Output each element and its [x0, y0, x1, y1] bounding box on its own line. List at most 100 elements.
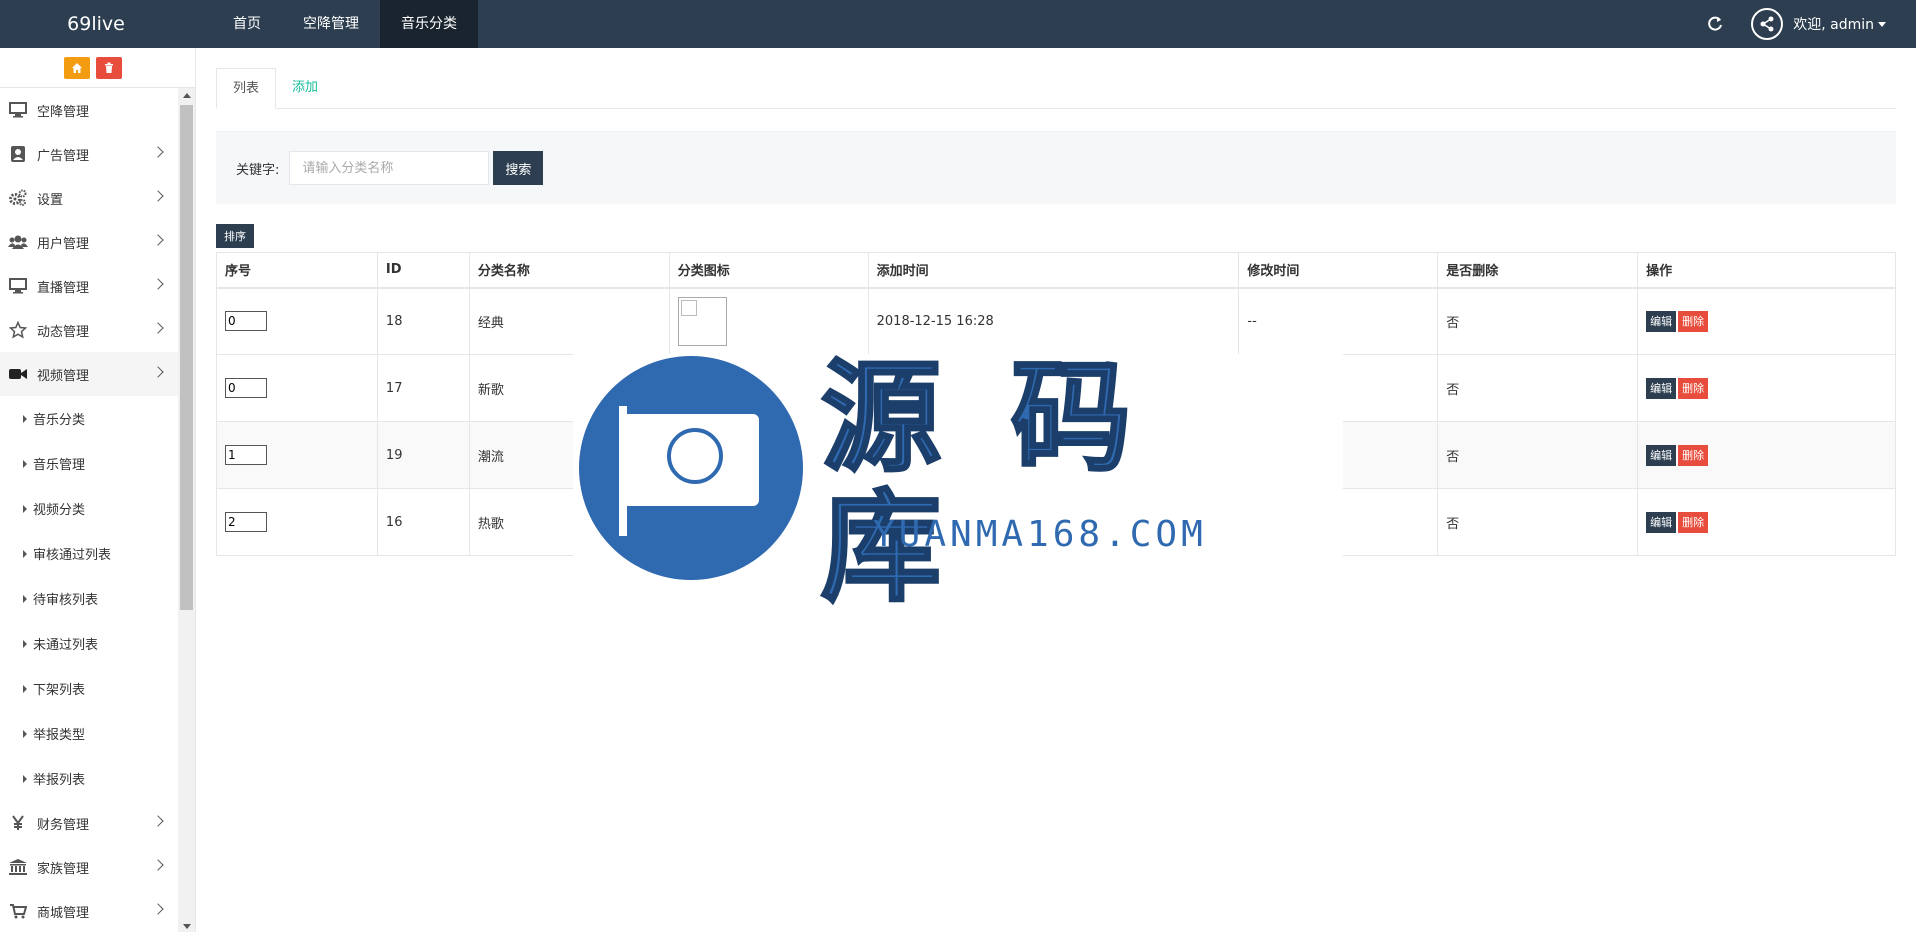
- search-button[interactable]: 搜索: [493, 151, 544, 185]
- header-deleted[interactable]: 是否删除: [1437, 252, 1639, 289]
- scroll-down-arrow-icon[interactable]: [183, 924, 191, 929]
- header-order[interactable]: 序号: [216, 252, 378, 289]
- nav-airdrop-management[interactable]: 空降管理: [282, 0, 380, 48]
- caret-right-icon: [23, 549, 27, 558]
- sidebar-subitem-rejected-list[interactable]: 未通过列表: [0, 621, 178, 666]
- header-name[interactable]: 分类名称: [468, 252, 670, 289]
- sidebar-item-label: 动态管理: [37, 324, 90, 340]
- scroll-thumb[interactable]: [180, 105, 193, 610]
- cell-deleted: 否: [1437, 287, 1639, 355]
- tab-add[interactable]: 添加: [276, 68, 334, 109]
- refresh-icon[interactable]: [1705, 14, 1725, 34]
- sidebar-item-label: 空降管理: [37, 104, 90, 120]
- cell-deleted: 否: [1437, 488, 1639, 556]
- sidebar-subitem-label: 音乐分类: [33, 413, 86, 428]
- delete-button[interactable]: 删除: [1678, 377, 1709, 399]
- edit-button[interactable]: 编辑: [1646, 310, 1677, 332]
- header-added-time[interactable]: 添加时间: [867, 252, 1240, 289]
- cell-name: 经典: [468, 287, 670, 355]
- sidebar-shortcuts: [0, 48, 195, 88]
- order-input[interactable]: [225, 512, 267, 532]
- caret-right-icon: [23, 774, 27, 783]
- edit-button[interactable]: 编辑: [1646, 511, 1677, 533]
- table-header-row: 序号 ID 分类名称 分类图标 添加时间 修改时间 是否删除 操作: [216, 252, 1896, 289]
- sidebar-subitem-label: 举报列表: [33, 773, 86, 788]
- header-id[interactable]: ID: [376, 252, 470, 289]
- sidebar-item-settings[interactable]: 设置: [0, 176, 178, 220]
- sidebar-subitem-label: 下架列表: [33, 683, 86, 698]
- cart-icon: [8, 901, 28, 921]
- gears-icon: [8, 188, 28, 208]
- search-panel: 关键字: 搜索: [216, 131, 1896, 204]
- sidebar-subitem-report-list[interactable]: 举报列表: [0, 756, 178, 801]
- watermark-overlay: 源码库 YUANMA168.COM: [573, 349, 1343, 618]
- sidebar-subitem-video-category[interactable]: 视频分类: [0, 486, 178, 531]
- sidebar-subitem-report-types[interactable]: 举报类型: [0, 711, 178, 756]
- top-nav: 首页 空降管理 音乐分类: [212, 0, 478, 48]
- sidebar-scrollbar[interactable]: [178, 88, 195, 932]
- side-menu: 空降管理 广告管理 设置 用户管理 直播管理 动态管理 视频管理 音乐分类 音乐…: [0, 88, 178, 932]
- chevron-down-icon: [1878, 21, 1886, 27]
- sidebar-item-family[interactable]: 家族管理: [0, 845, 178, 889]
- sidebar-subitem-label: 审核通过列表: [33, 548, 112, 563]
- chevron-right-icon: [152, 234, 164, 246]
- cell-id: 16: [376, 488, 470, 556]
- watermark-logo: [579, 356, 803, 580]
- monitor-icon: [8, 100, 28, 120]
- home-icon: [71, 62, 82, 73]
- order-input[interactable]: [225, 311, 267, 332]
- cell-deleted: 否: [1437, 421, 1639, 489]
- sidebar-subitem-label: 视频分类: [33, 503, 86, 518]
- sidebar-item-video[interactable]: 视频管理: [0, 352, 178, 396]
- sidebar-subitem-music-management[interactable]: 音乐管理: [0, 441, 178, 486]
- sidebar-item-live[interactable]: 直播管理: [0, 264, 178, 308]
- tab-list[interactable]: 列表: [216, 68, 277, 109]
- delete-button[interactable]: 删除: [1678, 310, 1709, 332]
- order-input[interactable]: [225, 378, 267, 398]
- scroll-up-arrow-icon[interactable]: [183, 93, 191, 98]
- search-input[interactable]: [289, 151, 490, 185]
- top-right-tools: 欢迎, admin: [1705, 0, 1916, 48]
- sidebar-item-users[interactable]: 用户管理: [0, 220, 178, 264]
- cell-id: 18: [376, 287, 470, 355]
- sidebar-item-dynamic[interactable]: 动态管理: [0, 308, 178, 352]
- sidebar-item-ads[interactable]: 广告管理: [0, 132, 178, 176]
- delete-button[interactable]: 删除: [1678, 511, 1709, 533]
- sidebar-subitem-label: 未通过列表: [33, 638, 99, 653]
- avatar[interactable]: [1751, 8, 1784, 40]
- sidebar-item-shop[interactable]: 商城管理: [0, 889, 178, 932]
- cell-deleted: 否: [1437, 354, 1639, 422]
- sort-button[interactable]: 排序: [216, 224, 254, 248]
- edit-button[interactable]: 编辑: [1646, 444, 1677, 466]
- brand-logo[interactable]: 69live: [0, 0, 192, 48]
- sidebar-subitem-offline-list[interactable]: 下架列表: [0, 666, 178, 711]
- header-icon[interactable]: 分类图标: [668, 252, 869, 289]
- user-menu[interactable]: 欢迎, admin: [1793, 14, 1886, 34]
- caret-right-icon: [23, 684, 27, 693]
- trash-shortcut-button[interactable]: [95, 56, 122, 79]
- edit-button[interactable]: 编辑: [1646, 377, 1677, 399]
- home-shortcut-button[interactable]: [63, 56, 90, 79]
- caret-right-icon: [23, 594, 27, 603]
- delete-button[interactable]: 删除: [1678, 444, 1709, 466]
- header-modified-time[interactable]: 修改时间: [1238, 252, 1439, 289]
- chevron-right-icon: [152, 278, 164, 290]
- cell-modified-time: --: [1238, 287, 1439, 355]
- nav-music-category[interactable]: 音乐分类: [380, 0, 478, 48]
- watermark-title: 源码库: [820, 349, 1201, 618]
- order-input[interactable]: [225, 445, 267, 465]
- sidebar-item-label: 用户管理: [37, 236, 90, 252]
- bank-icon: [8, 857, 28, 877]
- sidebar-subitem-pending-list[interactable]: 待审核列表: [0, 576, 178, 621]
- category-image: [677, 296, 727, 346]
- sidebar-item-label: 家族管理: [37, 861, 90, 877]
- sidebar-item-airdrop[interactable]: 空降管理: [0, 88, 178, 132]
- sidebar-item-label: 视频管理: [37, 368, 90, 384]
- peace-icon: [667, 428, 723, 484]
- nav-home[interactable]: 首页: [212, 0, 282, 48]
- sidebar-item-label: 商城管理: [37, 905, 90, 921]
- sidebar-item-finance[interactable]: 财务管理: [0, 801, 178, 845]
- sidebar-subitem-approved-list[interactable]: 审核通过列表: [0, 531, 178, 576]
- content-tabs: 列表 添加: [216, 68, 1896, 109]
- sidebar-subitem-music-category[interactable]: 音乐分类: [0, 396, 178, 441]
